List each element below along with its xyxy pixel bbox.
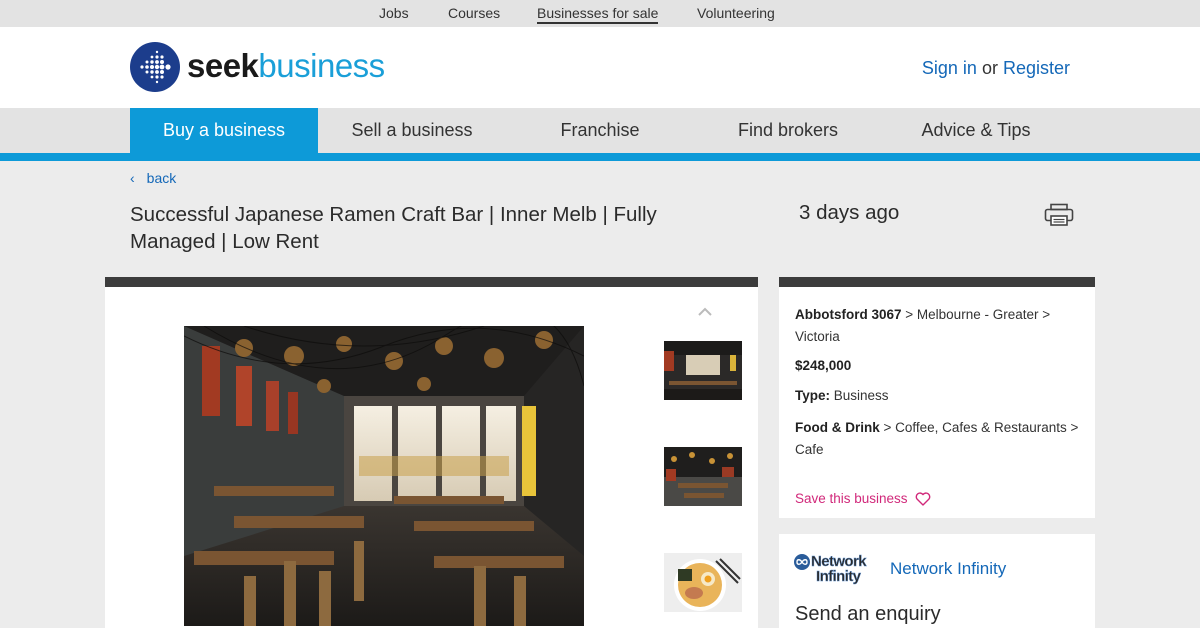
main-nav: Buy a business Sell a business Franchise…: [0, 108, 1200, 153]
site-header: seekbusiness Sign in or Register: [0, 27, 1200, 108]
listing-price: $248,000: [795, 355, 1079, 377]
image-gallery: [105, 277, 758, 628]
topbar-link-volunteering[interactable]: Volunteering: [697, 5, 775, 21]
price-value: $248,000: [795, 358, 852, 373]
gallery-thumbnail-1[interactable]: [664, 341, 742, 400]
seekbusiness-logo[interactable]: seekbusiness: [130, 42, 385, 92]
logo-word-seek: seek: [187, 46, 259, 84]
save-business-button[interactable]: Save this business: [795, 491, 931, 506]
nav-item-franchise[interactable]: Franchise: [506, 108, 694, 153]
save-business-label: Save this business: [795, 491, 908, 506]
utility-bar: Jobs Courses Businesses for sale Volunte…: [0, 0, 1200, 27]
back-link[interactable]: ‹ back: [130, 170, 176, 186]
agent-panel: Network Infinity Network Infinity Send a…: [779, 534, 1095, 628]
listing-title: Successful Japanese Ramen Craft Bar | In…: [130, 203, 657, 253]
type-value: Business: [830, 388, 889, 403]
topbar-link-courses[interactable]: Courses: [448, 5, 500, 21]
gallery-thumbnail-3[interactable]: [664, 553, 742, 612]
agent-logo-line-2: Infinity: [816, 568, 862, 585]
logo-word-business: business: [258, 46, 385, 84]
nav-item-find-brokers[interactable]: Find brokers: [694, 108, 882, 153]
network-infinity-logo[interactable]: Network Infinity: [794, 550, 876, 586]
auth-links: Sign in or Register: [922, 58, 1070, 79]
main-listing-photo[interactable]: [184, 326, 584, 626]
auth-or-text: or: [981, 58, 998, 78]
topbar-link-businesses-for-sale[interactable]: Businesses for sale: [537, 5, 659, 24]
printer-icon: [1044, 203, 1074, 226]
nav-item-advice-tips[interactable]: Advice & Tips: [882, 108, 1070, 153]
sign-in-link[interactable]: Sign in: [922, 58, 977, 78]
nav-accent-strip: [0, 153, 1200, 161]
send-enquiry-heading: Send an enquiry: [795, 603, 941, 625]
nav-item-sell-a-business[interactable]: Sell a business: [318, 108, 506, 153]
listing-location: Abbotsford 3067 > Melbourne - Greater > …: [795, 304, 1079, 348]
logo-wordmark: seekbusiness: [187, 49, 385, 82]
gallery-thumbnail-2[interactable]: [664, 447, 742, 506]
listing-type: Type: Business: [795, 385, 1079, 407]
back-link-label: back: [146, 170, 177, 186]
listing-details-panel: Abbotsford 3067 > Melbourne - Greater > …: [779, 277, 1095, 518]
topbar-link-jobs[interactable]: Jobs: [379, 5, 409, 21]
nav-item-buy-a-business[interactable]: Buy a business: [130, 108, 318, 153]
heart-icon: [915, 491, 930, 506]
chevron-up-icon[interactable]: [695, 305, 715, 319]
print-button[interactable]: [1044, 203, 1074, 227]
listing-category: Food & Drink > Coffee, Cafes & Restauran…: [795, 417, 1079, 461]
location-suburb[interactable]: Abbotsford 3067: [795, 307, 902, 322]
category-main[interactable]: Food & Drink: [795, 420, 880, 435]
agent-name-link[interactable]: Network Infinity: [890, 559, 1006, 579]
register-link[interactable]: Register: [1003, 58, 1070, 78]
logo-globe-icon: [130, 42, 180, 92]
chevron-left-icon: ‹: [130, 170, 135, 186]
type-label: Type:: [795, 388, 831, 403]
listing-age: 3 days ago: [799, 201, 900, 224]
